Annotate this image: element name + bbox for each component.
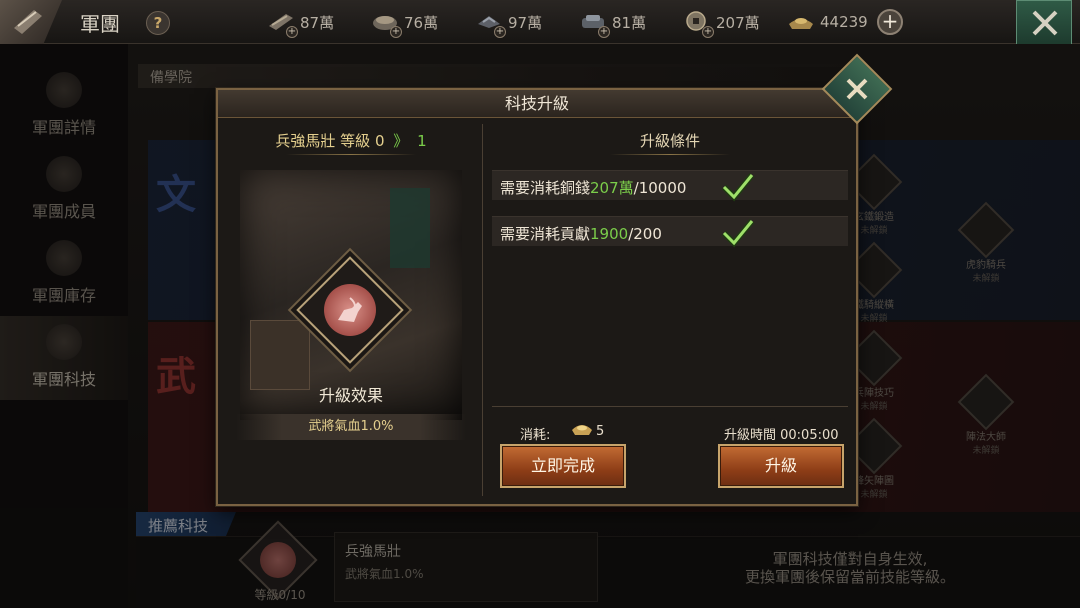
condition-need: /200 <box>628 225 662 243</box>
condition-have: 1900 <box>590 225 629 243</box>
resource-value: 97萬 <box>508 13 543 32</box>
conditions-panel: 升級條件 需要消耗銅錢207萬/10000 需要消耗貢獻1900/200 消耗: <box>492 126 848 492</box>
curtain <box>390 188 430 268</box>
footer-divider <box>492 406 848 407</box>
add-icon[interactable]: + <box>390 26 402 38</box>
resource-grain[interactable]: + 76萬 <box>370 10 439 38</box>
condition-row: 需要消耗貢獻1900/200 <box>492 216 848 248</box>
condition-prefix: 需要消耗銅錢 <box>500 179 591 197</box>
panel-divider <box>482 124 483 496</box>
condition-text: 需要消耗銅錢207萬/10000 <box>500 177 686 198</box>
check-icon <box>721 173 755 202</box>
condition-row: 需要消耗銅錢207萬/10000 <box>492 170 848 202</box>
resource-gold[interactable]: 44239 <box>786 10 868 34</box>
resource-value: 81萬 <box>612 13 647 32</box>
gold-ingot-icon <box>786 10 816 34</box>
resource-iron[interactable]: + 97萬 <box>474 10 543 38</box>
upgrade-time: 升級時間 00:05:00 <box>724 428 839 443</box>
conditions-title: 升級條件 <box>639 132 700 150</box>
back-button[interactable] <box>0 0 62 44</box>
tech-name: 兵強馬壯 <box>275 132 336 150</box>
check-icon <box>721 219 755 248</box>
resource-value: 76萬 <box>404 13 439 32</box>
tech-info-panel: 兵強馬壯 等級 0 》 1 升級效果 武將氣血1.0% <box>226 126 476 492</box>
dialog-title: 科技升級 <box>218 90 856 118</box>
condition-need: /10000 <box>633 179 687 197</box>
instant-finish-button[interactable]: 立即完成 <box>500 444 626 488</box>
close-icon <box>1032 10 1058 36</box>
scroll-icon: + <box>266 10 298 38</box>
coin-icon: + <box>682 10 714 38</box>
add-gold-button[interactable]: + <box>877 9 903 35</box>
gold-ingot-icon <box>572 425 592 435</box>
level-arrow-icon: 》 <box>393 132 409 150</box>
header-underline <box>286 154 416 155</box>
condition-text: 需要消耗貢獻1900/200 <box>500 223 662 244</box>
next-level: 1 <box>417 132 427 150</box>
conditions-underline <box>610 154 730 155</box>
bookshelf <box>250 320 310 390</box>
resource-value: 207萬 <box>716 13 760 32</box>
iron-icon: + <box>474 10 506 38</box>
cost-value: 5 <box>596 424 605 439</box>
close-page-button[interactable] <box>1016 0 1072 46</box>
horse-archer-icon <box>324 284 376 336</box>
upgrade-button[interactable]: 升級 <box>718 444 844 488</box>
condition-prefix: 需要消耗貢獻 <box>500 225 591 243</box>
help-button[interactable]: ? <box>146 11 170 35</box>
effect-value: 武將氣血1.0% <box>236 414 466 440</box>
resource-ore[interactable]: + 81萬 <box>578 10 647 38</box>
add-icon[interactable]: + <box>598 26 610 38</box>
effect-title: 升級效果 <box>318 386 383 405</box>
condition-have: 207萬 <box>590 179 634 197</box>
ore-icon: + <box>578 10 610 38</box>
resource-coin[interactable]: + 207萬 <box>682 10 760 38</box>
tech-level: 等級 0 <box>340 132 385 150</box>
cost-label: 消耗: <box>520 428 551 443</box>
close-icon <box>846 78 868 100</box>
add-icon[interactable]: + <box>286 26 298 38</box>
add-icon[interactable]: + <box>702 26 714 38</box>
resource-value: 44239 <box>820 13 868 31</box>
tech-header: 兵強馬壯 等級 0 》 1 <box>226 130 476 151</box>
grain-icon: + <box>370 10 402 38</box>
top-bar: 軍團 ? + 87萬 + 76萬 + 97萬 + 81萬 + 207萬 4423… <box>0 0 1080 46</box>
page-title: 軍團 <box>80 12 120 36</box>
add-icon[interactable]: + <box>494 26 506 38</box>
resource-scroll[interactable]: + 87萬 <box>266 10 335 38</box>
resource-value: 87萬 <box>300 13 335 32</box>
tech-upgrade-dialog: 科技升級 兵強馬壯 等級 0 》 1 升級效果 武將氣血1.0% 升級條件 需要… <box>216 88 858 506</box>
scroll-back-icon <box>14 10 42 34</box>
